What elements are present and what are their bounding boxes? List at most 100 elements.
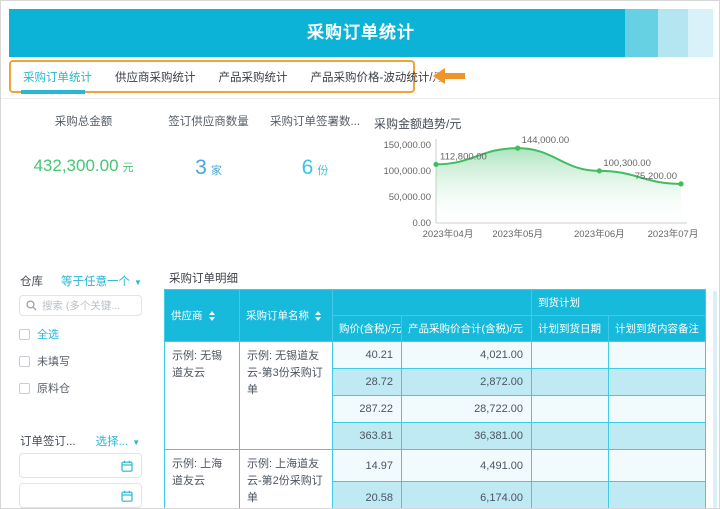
- table-scrollbar[interactable]: [713, 291, 717, 508]
- plan-note-cell: [609, 342, 706, 369]
- kpi-unit: 份: [317, 165, 328, 177]
- warehouse-search-box[interactable]: [19, 295, 142, 316]
- dashboard-page: 采购订单统计 采购订单统计供应商采购统计产品采购统计产品采购价格-波动统计/月 …: [0, 0, 720, 509]
- annotation-arrow-icon: [433, 68, 469, 84]
- total-cell: 28,722.00: [402, 396, 532, 423]
- col-header-order-name[interactable]: 采购订单名称: [240, 290, 333, 342]
- plan-note-cell: [609, 396, 706, 423]
- price-cell: 28.72: [333, 369, 402, 396]
- date-from-input[interactable]: [19, 453, 142, 478]
- plan-date-cell: [532, 482, 609, 509]
- kpi-unit: 元: [123, 162, 134, 174]
- x-axis-tick: 2023年04月: [423, 228, 474, 240]
- total-cell: 4,491.00: [402, 450, 532, 482]
- data-point-label: 100,300.00: [603, 158, 651, 169]
- page-title: 采购订单统计: [9, 9, 713, 57]
- warehouse-option-1[interactable]: 全选: [19, 326, 70, 342]
- order-detail-table-wrap: 供应商采购订单名称 到货计划购价(含税)/元产品采购价合计(含税)/元计划到货日期…: [164, 289, 709, 509]
- header-decor-blocks: [625, 9, 713, 57]
- date-to-input[interactable]: [19, 483, 142, 508]
- checkbox[interactable]: [19, 356, 30, 367]
- kpi-label: 采购总金额: [11, 113, 156, 129]
- supplier-cell: 示例: 无锡道友云: [165, 342, 240, 450]
- kpi-number: 6: [302, 156, 314, 179]
- table-row: 示例: 上海道友云示例: 上海道友云-第2份采购订单14.974,491.00: [165, 450, 706, 482]
- price-cell: 14.97: [333, 450, 402, 482]
- checkbox-label: 全选: [37, 326, 59, 342]
- total-cell: 4,021.00: [402, 342, 532, 369]
- plan-note-cell: [609, 423, 706, 450]
- kpi-label: 采购订单签署数...: [261, 113, 369, 129]
- data-point-label: 112,800.00: [440, 151, 487, 162]
- order-name-cell: 示例: 上海道友云-第2份采购订单: [240, 450, 333, 509]
- tab-3[interactable]: 产品采购统计: [219, 69, 288, 85]
- kpi-value: 3家: [156, 156, 261, 180]
- data-point-label: 144,000.00: [522, 135, 570, 146]
- tab-2[interactable]: 供应商采购统计: [115, 69, 196, 85]
- total-cell: 2,872.00: [402, 369, 532, 396]
- tab-list: 采购订单统计供应商采购统计产品采购统计产品采购价格-波动统计/月: [9, 60, 415, 93]
- warehouse-filter-row: 仓库 等于任意一个▼: [20, 272, 142, 290]
- warehouse-option-2[interactable]: 未填写: [19, 353, 70, 369]
- calendar-icon: [121, 490, 133, 502]
- calendar-icon: [121, 460, 133, 472]
- y-axis-tick: 150,000.00: [383, 140, 431, 151]
- chevron-down-icon: ▼: [134, 278, 142, 287]
- warehouse-option-3[interactable]: 原料仓: [19, 380, 70, 396]
- checkbox[interactable]: [19, 383, 30, 394]
- col-header-plan-date[interactable]: 计划到货日期: [532, 316, 609, 342]
- order-sign-select-dropdown[interactable]: 选择...▼: [96, 432, 141, 450]
- trend-chart-card: 采购金额趋势/元 150,000.00100,000.0050,000.000.…: [366, 113, 718, 245]
- sort-icon[interactable]: [209, 311, 215, 321]
- header-bar: 采购订单统计: [9, 9, 713, 57]
- kpi-card-1: 采购总金额 432,300.00元: [11, 113, 156, 180]
- col-header-plan-note[interactable]: 计划到货内容备注: [609, 316, 706, 342]
- plan-date-cell: [532, 369, 609, 396]
- plan-note-cell: [609, 369, 706, 396]
- checkbox[interactable]: [19, 329, 30, 340]
- price-cell: 363.81: [333, 423, 402, 450]
- warehouse-filter-label: 仓库: [20, 273, 43, 289]
- warehouse-operator-dropdown[interactable]: 等于任意一个▼: [61, 272, 142, 290]
- kpi-card-3: 采购订单签署数... 6份: [261, 113, 369, 180]
- table-row: 示例: 无锡道友云示例: 无锡道友云-第3份采购订单40.214,021.00: [165, 342, 706, 369]
- warehouse-option-list: 全选未填写原料仓: [19, 326, 70, 396]
- col-header-supplier[interactable]: 供应商: [165, 290, 240, 342]
- tab-1[interactable]: 采购订单统计: [23, 69, 92, 85]
- price-cell: 287.22: [333, 396, 402, 423]
- y-axis-tick: 0.00: [413, 218, 432, 229]
- plan-note-cell: [609, 482, 706, 509]
- price-cell: 20.58: [333, 482, 402, 509]
- table-title: 采购订单明细: [169, 270, 238, 286]
- x-axis-tick: 2023年06月: [574, 228, 625, 240]
- plan-date-cell: [532, 396, 609, 423]
- plan-date-cell: [532, 450, 609, 482]
- plan-date-cell: [532, 423, 609, 450]
- kpi-row: 采购总金额 432,300.00元 签订供应商数量 3家 采购订单签署数... 6份: [11, 113, 369, 180]
- col-header-price[interactable]: 购价(含税)/元: [333, 316, 402, 342]
- y-axis-tick: 100,000.00: [383, 166, 431, 177]
- price-cell: 40.21: [333, 342, 402, 369]
- checkbox-label: 原料仓: [37, 380, 70, 396]
- chart-title: 采购金额趋势/元: [374, 115, 461, 132]
- order-sign-filter-label: 订单签订...: [20, 433, 76, 449]
- order-sign-filter-row: 订单签订... 选择...▼: [20, 432, 140, 450]
- group-header-arrival-plan: 到货计划: [532, 290, 706, 316]
- decor-block: [688, 9, 713, 57]
- active-tab-underline: [21, 90, 85, 94]
- chevron-down-icon: ▼: [132, 438, 140, 447]
- supplier-cell: 示例: 上海道友云: [165, 450, 240, 509]
- warehouse-search-input[interactable]: [42, 300, 132, 312]
- order-name-cell: 示例: 无锡道友云-第3份采购订单: [240, 342, 333, 450]
- decor-block: [625, 9, 658, 57]
- x-axis-tick: 2023年05月: [492, 228, 543, 240]
- kpi-label: 签订供应商数量: [156, 113, 261, 129]
- kpi-value: 432,300.00元: [11, 156, 156, 176]
- total-cell: 6,174.00: [402, 482, 532, 509]
- kpi-unit: 家: [211, 165, 222, 177]
- col-header-total[interactable]: 产品采购价合计(含税)/元: [402, 316, 532, 342]
- x-axis-tick: 2023年07月: [648, 228, 699, 240]
- plan-note-cell: [609, 450, 706, 482]
- sort-icon[interactable]: [315, 311, 321, 321]
- tab-4[interactable]: 产品采购价格-波动统计/月: [311, 69, 445, 85]
